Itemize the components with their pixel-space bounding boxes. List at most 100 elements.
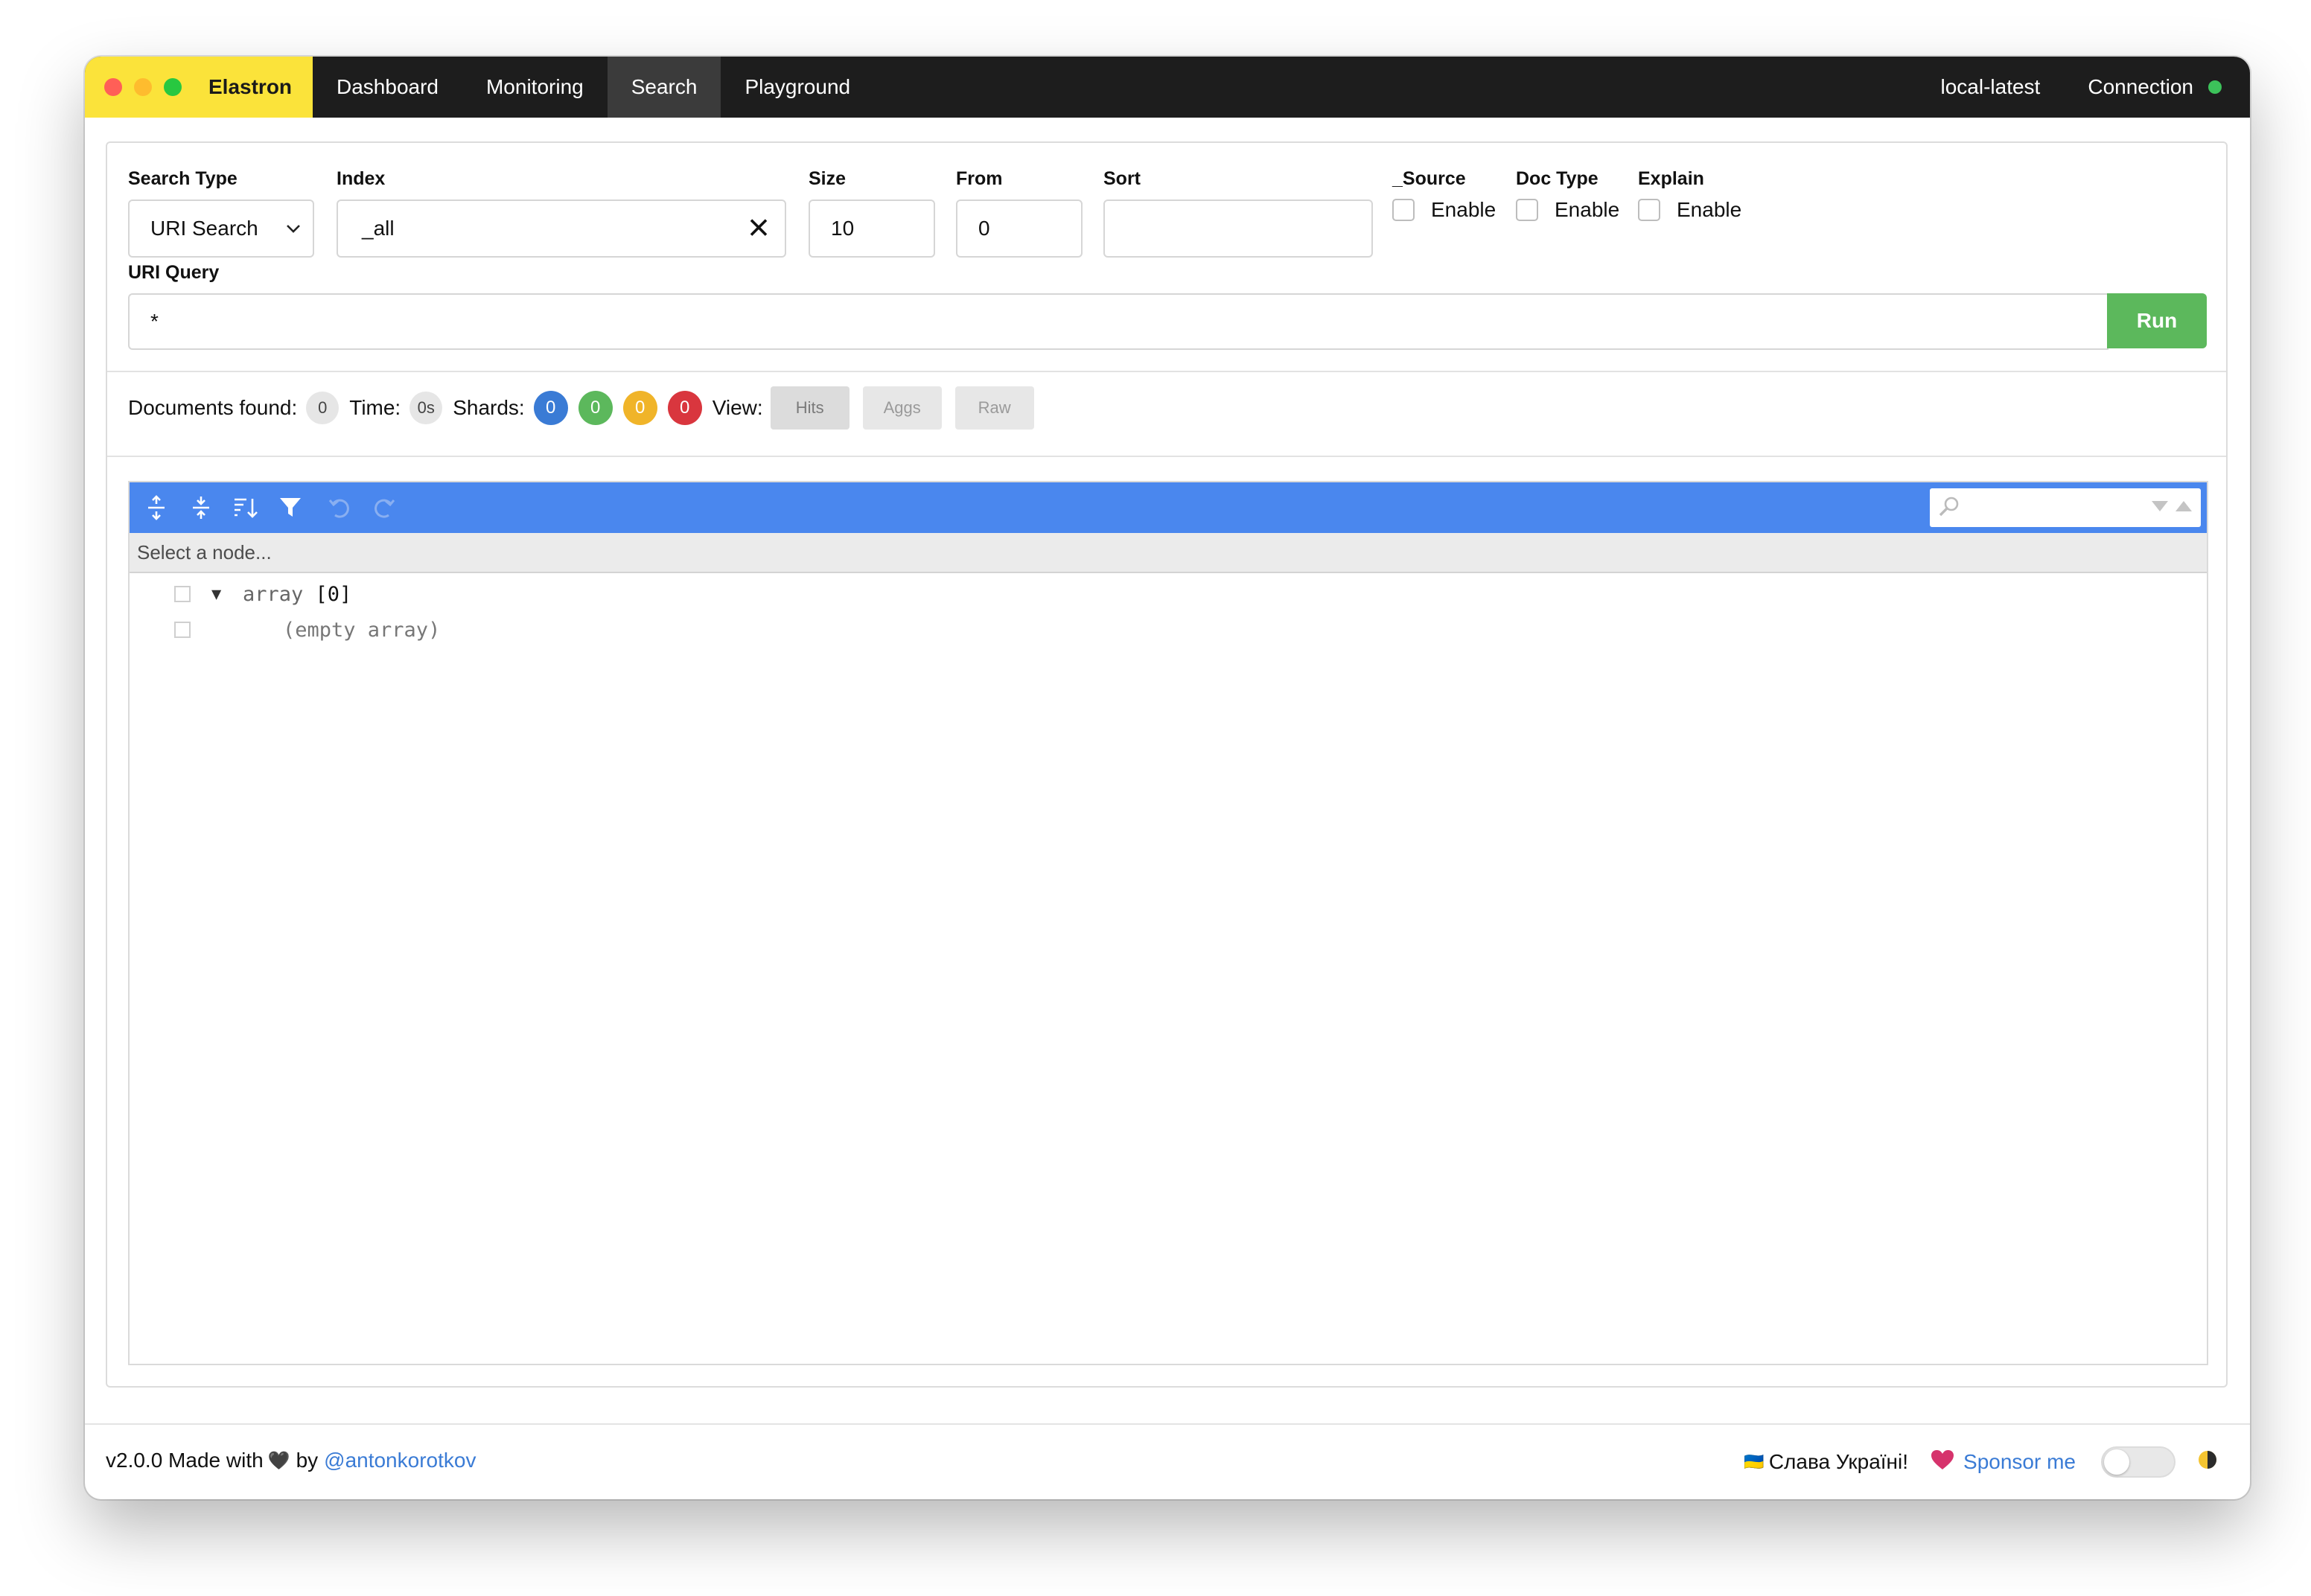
doc-type-enable-checkbox[interactable]: Enable [1516, 198, 1619, 222]
toggle-knob [2104, 1449, 2129, 1475]
sort-icon[interactable] [231, 493, 261, 523]
search-previous-icon[interactable] [2174, 499, 2193, 514]
size-input[interactable]: 10 [809, 200, 935, 258]
brand-area: Elastron [85, 57, 313, 118]
ukraine-flag-icon: 🇺🇦 [1744, 1452, 1765, 1471]
navbar-right: local-latest Connection [1917, 57, 2251, 118]
size-value: 10 [831, 217, 855, 240]
shards-skipped-badge: 0 [622, 391, 657, 425]
size-label: Size [809, 168, 847, 189]
tab-dashboard[interactable]: Dashboard [313, 57, 462, 118]
view-raw-button[interactable]: Raw [954, 386, 1034, 430]
index-label: Index [337, 168, 386, 189]
tree-row-root[interactable]: ▼ array [0] [130, 576, 2207, 612]
footer-right: 🇺🇦 Слава Україні! Sponsor me [1744, 1443, 2219, 1481]
chevron-down-icon [286, 218, 301, 239]
footer-left: v2.0.0 Made with 🖤 by @antonkorotkov [106, 1449, 476, 1472]
redo-icon[interactable] [369, 493, 399, 523]
view-aggs-button[interactable]: Aggs [862, 386, 942, 430]
explain-enable-label: Enable [1677, 198, 1742, 221]
view-hits-button[interactable]: Hits [770, 386, 850, 430]
connection-indicator-icon [2208, 80, 2222, 94]
explain-enable-checkbox[interactable]: Enable [1638, 198, 1741, 222]
cluster-selector[interactable]: local-latest [1917, 57, 2065, 118]
source-label: _Source [1392, 168, 1466, 189]
json-editor: Select a node... ▼ array [0] (empty arra… [128, 481, 2208, 1365]
result-stats-bar: Documents found: 0 Time: 0s Shards: 0 0 … [128, 386, 1048, 430]
doc-type-checkbox-box[interactable] [1516, 199, 1538, 221]
from-label: From [956, 168, 1003, 189]
tree-root-node: array [0] [243, 583, 351, 606]
theme-icon [2196, 1449, 2219, 1476]
search-navigation [2150, 499, 2193, 514]
shards-failed-badge: 0 [667, 391, 702, 425]
documents-found-label: Documents found: [128, 396, 298, 419]
shards-total-badge: 0 [533, 391, 568, 425]
from-input[interactable]: 0 [956, 200, 1083, 258]
tree-root-key: array [243, 582, 304, 606]
documents-found-badge: 0 [306, 392, 340, 424]
stats-divider [107, 456, 2226, 457]
time-badge: 0s [409, 392, 443, 424]
collapse-triangle-icon[interactable]: ▼ [211, 585, 221, 604]
explain-label: Explain [1638, 168, 1704, 189]
window-controls [104, 78, 182, 96]
index-value: _all [362, 217, 395, 240]
filter-icon[interactable] [275, 493, 305, 523]
uri-query-input[interactable]: * [128, 293, 2108, 350]
doc-type-enable-label: Enable [1555, 198, 1620, 221]
from-value: 0 [978, 217, 990, 240]
author-link[interactable]: @antonkorotkov [324, 1449, 476, 1472]
tab-search[interactable]: Search [607, 57, 721, 118]
top-navbar: Elastron Dashboard Monitoring Search Pla… [85, 57, 2250, 118]
sponsor-link[interactable]: Sponsor me [1963, 1450, 2076, 1474]
app-window: Elastron Dashboard Monitoring Search Pla… [85, 57, 2250, 1499]
tab-playground[interactable]: Playground [721, 57, 874, 118]
tab-monitoring[interactable]: Monitoring [462, 57, 608, 118]
search-panel: Search Type URI Search Index _all Size 1… [106, 141, 2228, 1388]
search-next-icon[interactable] [2150, 499, 2170, 514]
drag-handle-icon[interactable] [174, 586, 191, 602]
view-label: View: [712, 396, 763, 419]
time-label: Time: [349, 396, 401, 419]
tree-row-empty[interactable]: (empty array) [130, 612, 2207, 648]
run-button[interactable]: Run [2107, 293, 2207, 348]
version-text: v2.0.0 Made with [106, 1449, 264, 1472]
doc-type-label: Doc Type [1516, 168, 1598, 189]
shards-label: Shards: [453, 396, 525, 419]
heart-icon: 🖤 [267, 1450, 290, 1471]
source-enable-label: Enable [1431, 198, 1496, 221]
clear-index-icon[interactable] [749, 211, 768, 245]
ukraine-text: Слава Україні! [1768, 1450, 1909, 1473]
explain-checkbox-box[interactable] [1638, 199, 1660, 221]
form-divider [107, 371, 2226, 372]
connection-status[interactable]: Connection [2064, 57, 2250, 118]
sponsor-heart-icon [1931, 1449, 1954, 1475]
editor-navigation-bar[interactable]: Select a node... [130, 533, 2207, 573]
brand-name[interactable]: Elastron [208, 75, 292, 99]
editor-toolbar [130, 482, 2207, 533]
uri-query-value: * [150, 310, 159, 333]
source-enable-checkbox[interactable]: Enable [1392, 198, 1496, 222]
search-icon [1937, 494, 1961, 523]
index-input[interactable]: _all [337, 200, 786, 258]
minimize-window-button[interactable] [134, 78, 152, 96]
zoom-window-button[interactable] [164, 78, 182, 96]
undo-icon[interactable] [325, 493, 354, 523]
editor-search-box[interactable] [1930, 488, 2201, 527]
sort-input[interactable] [1103, 200, 1373, 258]
theme-toggle[interactable] [2101, 1446, 2175, 1478]
expand-all-icon[interactable] [141, 493, 171, 523]
collapse-all-icon[interactable] [186, 493, 216, 523]
tree-root-count: [0] [315, 582, 352, 606]
empty-array-text: (empty array) [283, 618, 441, 642]
footer-divider [85, 1423, 2250, 1425]
source-checkbox-box[interactable] [1392, 199, 1415, 221]
search-type-select[interactable]: URI Search [128, 200, 314, 258]
connection-label: Connection [2088, 75, 2193, 98]
drag-handle-icon[interactable] [174, 622, 191, 638]
close-window-button[interactable] [104, 78, 122, 96]
shards-successful-badge: 0 [578, 391, 613, 425]
by-text: by [296, 1449, 319, 1472]
search-type-value: URI Search [150, 217, 258, 240]
